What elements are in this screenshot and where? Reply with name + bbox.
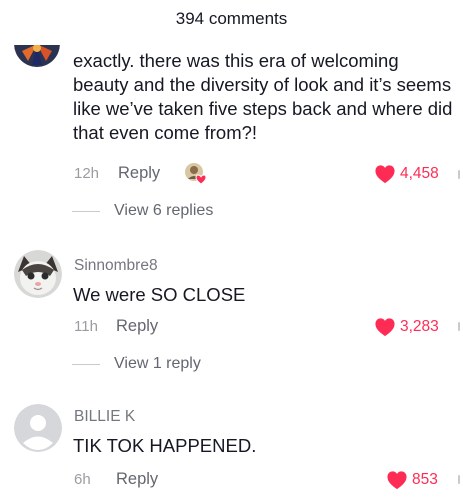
avatar[interactable] xyxy=(14,250,62,298)
comment-time: 6h xyxy=(74,471,91,488)
more-indicator xyxy=(458,170,460,179)
heart-icon xyxy=(375,165,395,184)
divider xyxy=(72,210,100,212)
view-replies-button[interactable]: View 6 replies xyxy=(72,202,213,220)
avatar[interactable] xyxy=(14,404,62,452)
default-avatar-icon xyxy=(14,404,62,452)
reply-button[interactable]: Reply xyxy=(116,317,158,336)
like-button[interactable]: 853 xyxy=(386,470,438,490)
like-count: 4,458 xyxy=(400,165,439,182)
like-count: 853 xyxy=(412,471,438,488)
username[interactable]: BILLIE K xyxy=(74,408,135,426)
divider xyxy=(72,363,100,365)
more-indicator xyxy=(458,475,460,484)
creator-liked-icon xyxy=(184,162,207,185)
comments-panel: 394 comments exactly. there was this era… xyxy=(0,0,463,500)
like-button[interactable]: 4,458 xyxy=(374,164,439,184)
comment-text: exactly. there was this era of welcoming… xyxy=(73,50,453,143)
like-button[interactable]: 3,283 xyxy=(374,317,439,337)
username[interactable]: Sinnombre8 xyxy=(74,257,158,275)
heart-icon xyxy=(387,471,407,490)
comments-count-title: 394 comments xyxy=(175,9,288,28)
heart-icon xyxy=(375,318,395,337)
comment-time: 12h xyxy=(74,165,100,182)
comment-time: 11h xyxy=(74,318,98,335)
view-replies-label: View 6 replies xyxy=(114,202,214,219)
more-indicator xyxy=(458,322,460,331)
comment-text: TIK TOK HAPPENED. xyxy=(73,435,257,456)
comment-text: We were SO CLOSE xyxy=(73,284,246,305)
view-replies-button[interactable]: View 1 reply xyxy=(72,355,201,373)
view-replies-label: View 1 reply xyxy=(114,355,201,372)
like-count: 3,283 xyxy=(400,318,439,335)
reply-button[interactable]: Reply xyxy=(116,470,158,489)
reply-button[interactable]: Reply xyxy=(118,164,160,183)
